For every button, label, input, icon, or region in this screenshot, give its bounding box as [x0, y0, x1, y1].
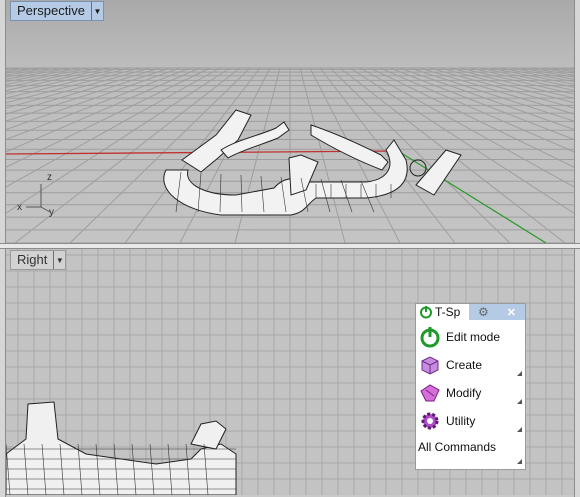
close-icon[interactable]: ✕ [507, 306, 516, 319]
axis-z-label: z [47, 172, 52, 183]
utility-button[interactable]: Utility [418, 409, 475, 433]
perspective-scene [6, 67, 574, 243]
create-box-icon [418, 353, 442, 377]
panel-title: T-Sp [435, 305, 461, 319]
perspective-grid [6, 67, 574, 243]
power-icon [418, 325, 442, 349]
y-axis-line [397, 150, 547, 243]
tsplines-panel: T-Sp ⚙ ✕ Edit mode Create Modify Utility [415, 303, 526, 470]
all-commands-button[interactable]: All Commands [418, 440, 496, 454]
axis-y-label: y [49, 207, 54, 218]
chevron-down-icon[interactable]: ▼ [90, 2, 103, 20]
panel-header[interactable]: T-Sp ⚙ ✕ [416, 304, 525, 320]
modify-button[interactable]: Modify [418, 381, 481, 405]
axis-x-label: x [17, 202, 22, 213]
modify-label: Modify [446, 386, 482, 400]
viewport-label-right: Right [17, 252, 48, 267]
utility-label: Utility [446, 414, 476, 428]
edit-mode-button[interactable]: Edit mode [418, 325, 500, 349]
perspective-viewport[interactable]: Perspective ▼ z x y [6, 0, 574, 243]
expand-icon[interactable] [517, 399, 522, 404]
gear-icon [418, 409, 442, 433]
chevron-down-icon[interactable]: ▼ [53, 251, 65, 269]
create-label: Create [446, 358, 483, 372]
viewport-label: Perspective [17, 3, 85, 18]
power-icon [419, 305, 433, 319]
expand-icon[interactable] [517, 427, 522, 432]
modify-icon [418, 381, 442, 405]
expand-icon[interactable] [517, 459, 522, 464]
gear-icon[interactable]: ⚙ [478, 305, 489, 319]
all-commands-label: All Commands [418, 440, 497, 454]
viewport-tab-right[interactable]: Right ▼ [10, 250, 67, 270]
expand-icon[interactable] [517, 371, 522, 376]
viewport-tab-perspective[interactable]: Perspective ▼ [10, 1, 104, 21]
create-button[interactable]: Create [418, 353, 482, 377]
edit-mode-label: Edit mode [446, 330, 501, 344]
tspline-mesh-side-view [6, 401, 237, 495]
